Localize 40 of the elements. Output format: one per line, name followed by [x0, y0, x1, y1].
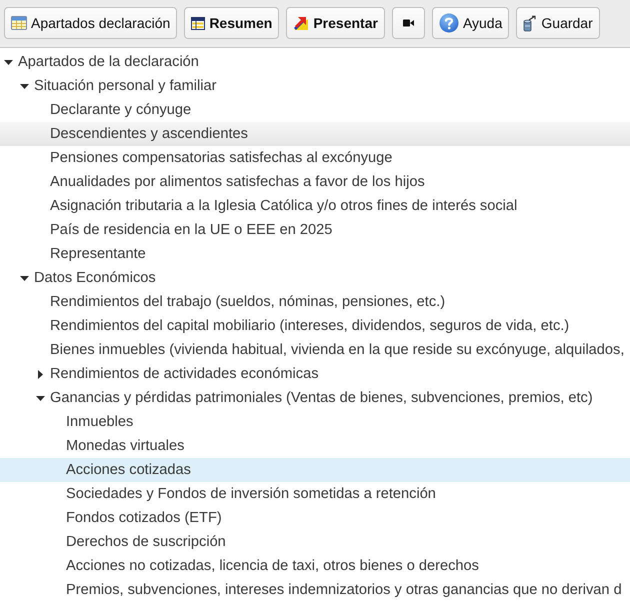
tree-item[interactable]: Derechos de suscripción: [0, 530, 630, 554]
tree-item[interactable]: Situación personal y familiar: [0, 74, 630, 98]
tree-item[interactable]: Inmuebles: [0, 410, 630, 434]
toolbar-button[interactable]: Resumen: [184, 7, 280, 39]
tree-item[interactable]: Rendimientos de actividades económicas: [0, 362, 630, 386]
tree-item[interactable]: Anualidades por alimentos satisfechas a favor de los hijos: [0, 170, 630, 194]
tree-item[interactable]: País de residencia en la UE o EEE en 2025: [0, 218, 630, 242]
toolbar-button[interactable]: Guardar: [516, 7, 600, 39]
tree-item[interactable]: Datos Económicos: [0, 266, 630, 290]
tree-item[interactable]: Rendimientos del trabajo (sueldos, nóminas, pensiones, etc.): [0, 290, 630, 314]
window-grid-icon: [11, 16, 27, 30]
tree-item[interactable]: Pensiones compensatorias satisfechas al excónyuge: [0, 146, 630, 170]
caret-down-icon[interactable]: [20, 84, 28, 88]
caret-down-icon[interactable]: [4, 60, 12, 64]
tree-item[interactable]: Premios, subvenciones, intereses indemnizatorios y otras ganancias que no derivan d: [0, 578, 630, 602]
tree-item[interactable]: Monedas virtuales: [0, 434, 630, 458]
tree-item[interactable]: Acciones cotizadas: [0, 458, 630, 482]
tree-item[interactable]: Bienes inmuebles (vivienda habitual, vivienda en la que reside su excónyuge, alquilados,: [0, 338, 630, 362]
caret-right-icon[interactable]: [38, 370, 42, 378]
tree-item[interactable]: Descendientes y ascendientes: [0, 122, 630, 146]
tree-item[interactable]: Ganancias y pérdidas patrimoniales (Ventas de bienes, subvenciones, premios, etc): [0, 386, 630, 410]
tree-item[interactable]: Rendimientos del capital mobiliario (intereses, dividendos, seguros de vida, etc.): [0, 314, 630, 338]
arrow-logo-icon: [293, 15, 310, 31]
tree-item[interactable]: Representante: [0, 242, 630, 266]
tree-item[interactable]: Fondos cotizados (ETF): [0, 506, 630, 530]
help-icon: [438, 13, 459, 33]
caret-down-icon[interactable]: [20, 276, 28, 280]
tree-item[interactable]: Declarante y cónyuge: [0, 98, 630, 122]
tree-item[interactable]: Sociedades y Fondos de inversión sometidas a retención: [0, 482, 630, 506]
video-button[interactable]: [392, 7, 425, 39]
caret-down-icon[interactable]: [36, 396, 44, 400]
cylinder-arrow-icon: [523, 14, 538, 32]
tree-item[interactable]: Apartados de la declaración: [0, 50, 630, 74]
tree-item[interactable]: Asignación tributaria a la Iglesia Católica y/o otros fines de interés social: [0, 194, 630, 218]
tree-item[interactable]: Acciones no cotizadas, licencia de taxi, otros bienes o derechos: [0, 554, 630, 578]
video-camera-icon: [402, 19, 414, 27]
toolbar-button[interactable]: Apartados declaración: [4, 7, 178, 39]
toolbar-button[interactable]: Presentar: [286, 7, 385, 39]
table-icon: [191, 16, 206, 30]
toolbar-button[interactable]: Ayuda: [432, 7, 510, 39]
